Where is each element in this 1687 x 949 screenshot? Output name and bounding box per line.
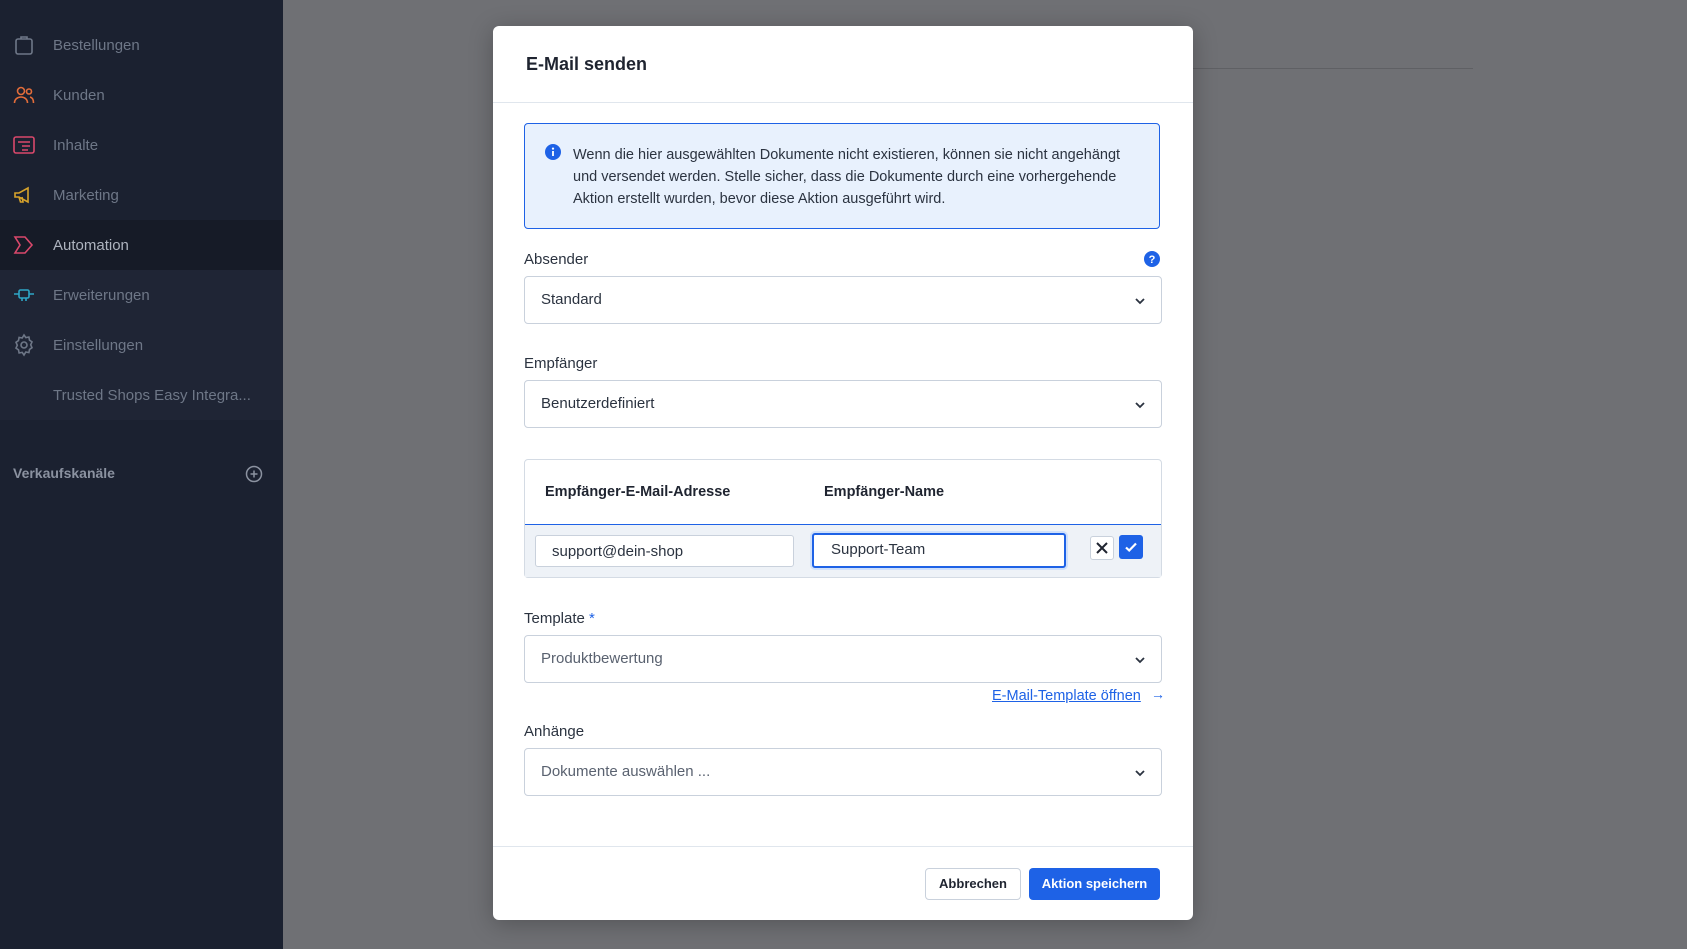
recipient-select[interactable]: Benutzerdefiniert [524, 380, 1162, 428]
sidebar-item-inhalte[interactable]: Inhalte [0, 120, 283, 170]
sidebar-item-label: Trusted Shops Easy Integra... [53, 386, 251, 404]
sender-select-value: Standard [541, 291, 602, 308]
template-label-text: Template [524, 610, 585, 627]
sidebar-item-marketing[interactable]: Marketing [0, 170, 283, 220]
cancel-row-button[interactable] [1090, 536, 1114, 560]
sidebar-item-label: Inhalte [53, 136, 99, 154]
svg-text:?: ? [1149, 254, 1156, 266]
chevron-down-icon [1135, 298, 1145, 305]
modal-footer: Abbrechen Aktion speichern [493, 846, 1193, 921]
sidebar-item-automation[interactable]: Automation [0, 220, 283, 270]
sidebar-item-einstellungen[interactable]: Einstellungen [0, 320, 283, 370]
cancel-button[interactable]: Abbrechen [925, 868, 1021, 900]
users-icon [13, 86, 35, 104]
info-alert: Wenn die hier ausgewählten Dokumente nic… [524, 123, 1160, 229]
gear-icon [15, 333, 33, 357]
confirm-row-button[interactable] [1119, 535, 1143, 559]
template-label: Template * [524, 610, 595, 627]
grid-header: Empfänger-E-Mail-Adresse Empfänger-Name [525, 460, 1161, 525]
modal-title: E-Mail senden [526, 54, 648, 74]
sales-channels-label: Verkaufskanäle [13, 465, 115, 481]
sidebar: Bestellungen Kunden Inhalte Marketing Au… [0, 0, 283, 949]
grid-row-edit: support@dein-shop Support-Team [525, 525, 1161, 577]
add-channel-icon[interactable] [245, 465, 263, 483]
info-icon [545, 144, 561, 160]
recipient-label: Empfänger [524, 355, 598, 372]
sidebar-item-label: Einstellungen [53, 336, 144, 354]
sidebar-item-label: Kunden [53, 86, 105, 104]
save-action-button[interactable]: Aktion speichern [1029, 868, 1160, 900]
open-email-template-link[interactable]: E-Mail-Template öffnen [992, 688, 1141, 704]
recipient-select-value: Benutzerdefiniert [541, 395, 655, 412]
recipient-name-input[interactable]: Support-Team [812, 533, 1066, 568]
attachments-placeholder: Dokumente auswählen ... [541, 763, 711, 780]
sidebar-item-label: Automation [53, 236, 129, 254]
attachments-label: Anhänge [524, 723, 585, 740]
modal-header: E-Mail senden [493, 26, 1193, 103]
sidebar-item-label: Bestellungen [53, 36, 140, 54]
sender-select[interactable]: Standard [524, 276, 1162, 324]
info-alert-text: Wenn die hier ausgewählten Dokumente nic… [573, 147, 1121, 207]
grid-header-email: Empfänger-E-Mail-Adresse [545, 484, 731, 500]
required-marker: * [589, 610, 595, 627]
chevron-down-icon [1135, 770, 1145, 777]
sidebar-item-erweiterungen[interactable]: Erweiterungen [0, 270, 283, 320]
template-select[interactable]: Produktbewertung [524, 635, 1162, 683]
sidebar-item-label: Marketing [53, 186, 119, 204]
template-select-value: Produktbewertung [541, 650, 663, 667]
plug-icon [14, 289, 34, 301]
megaphone-icon [14, 186, 29, 204]
chevron-down-icon [1135, 657, 1145, 664]
sidebar-item-label: Erweiterungen [53, 286, 150, 304]
automation-icon [13, 236, 34, 254]
background-divider [1193, 68, 1473, 69]
content-icon [13, 136, 35, 154]
sidebar-item-trusted-shops[interactable]: Trusted Shops Easy Integra... [0, 370, 283, 420]
checkmark-icon [1125, 542, 1137, 553]
recipient-grid: Empfänger-E-Mail-Adresse Empfänger-Name … [524, 459, 1162, 578]
shopping-bag-icon [15, 36, 33, 55]
grid-header-name: Empfänger-Name [824, 484, 945, 500]
recipient-email-input[interactable]: support@dein-shop [535, 535, 794, 567]
close-icon [1096, 542, 1108, 554]
sidebar-item-kunden[interactable]: Kunden [0, 70, 283, 120]
send-email-modal: E-Mail senden Wenn die hier ausgewählten… [493, 26, 1193, 920]
sidebar-item-bestellungen[interactable]: Bestellungen [0, 20, 283, 70]
arrow-right-icon: → [1151, 686, 1165, 702]
attachments-select[interactable]: Dokumente auswählen ... [524, 748, 1162, 796]
sales-channels-header: Verkaufskanäle [13, 465, 263, 485]
help-icon[interactable]: ? [1144, 251, 1160, 267]
sender-label: Absender [524, 251, 589, 268]
chevron-down-icon [1135, 402, 1145, 409]
